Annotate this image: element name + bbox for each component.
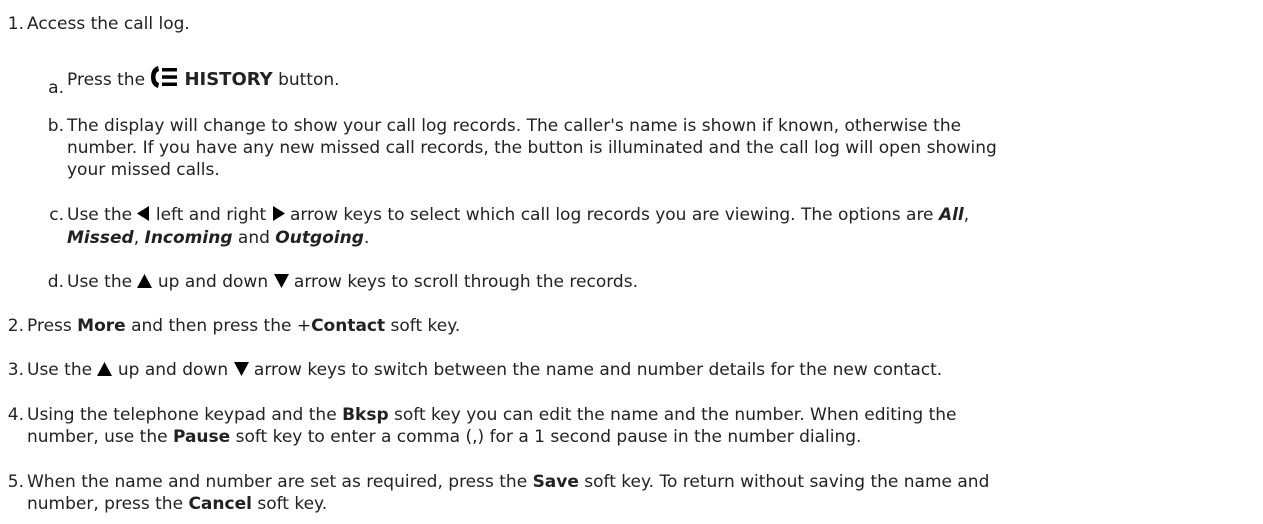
substep-number: d. [47,272,64,292]
substep-number: c. [49,205,64,225]
step-number: 3. [7,360,24,380]
right-arrow-icon [272,205,285,227]
step-number: 1. [7,14,24,34]
step-text: Using the telephone keypad and the Bksp … [27,405,957,447]
step-text: Use the up and down arrow keys to switch… [27,360,943,382]
down-arrow-icon [233,360,249,382]
up-arrow-icon [137,272,153,294]
substep-text: Use the left and right arrow keys to sel… [67,205,970,248]
step-3: 3. Use the up and down arrow keys to swi… [0,359,1250,382]
substep-1d: d. Use the up and down arrow keys to scr… [0,271,1250,294]
substep-1b: b. The display will change to show your … [0,115,1250,181]
step-text: When the name and number are set as requ… [27,472,990,514]
substep-text: Press the HISTORY button. [67,61,1250,95]
step-text: Press More and then press the +Contact s… [27,316,461,336]
instruction-document: 1. Access the call log. a. Press the HIS… [0,0,1263,524]
substep-1a: a. Press the HISTORY button. [0,61,1250,98]
step-number: 5. [7,472,24,492]
call-history-icon [150,65,178,95]
substep-text: Use the up and down arrow keys to scroll… [67,272,638,294]
substep-number: a. [48,78,64,98]
down-arrow-icon [273,272,289,294]
step-2: 2. Press More and then press the +Contac… [0,315,1250,337]
step-number: 4. [7,405,24,425]
step-1: 1. Access the call log. [0,13,1250,35]
step-number: 2. [7,316,24,336]
substep-text: The display will change to show your cal… [67,116,997,180]
substep-1c: c. Use the left and right arrow keys to … [0,204,1250,249]
substep-number: b. [47,116,64,136]
step-4: 4. Using the telephone keypad and the Bk… [0,404,1250,448]
step-5: 5. When the name and number are set as r… [0,471,1250,515]
step-text: Access the call log. [27,14,190,34]
left-arrow-icon [137,205,150,227]
up-arrow-icon [97,360,113,382]
